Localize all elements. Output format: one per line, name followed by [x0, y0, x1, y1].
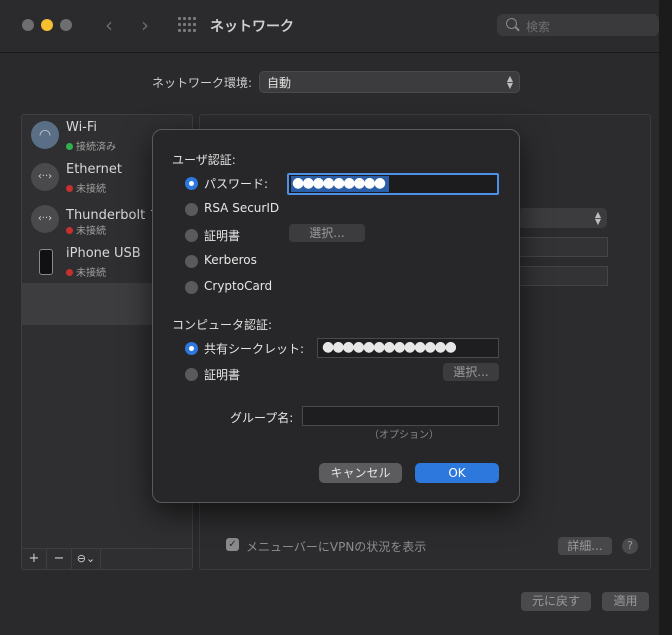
help-button[interactable]: ?: [622, 538, 638, 554]
configuration-select[interactable]: ▲ ▼: [518, 208, 607, 228]
service-status: 未接続: [66, 222, 106, 237]
titlebar: ‹ › ネットワーク 検索: [0, 0, 672, 53]
radio-certificate[interactable]: [185, 229, 198, 242]
service-name: Wi-Fi: [66, 120, 98, 135]
account-name-field[interactable]: [518, 266, 608, 286]
status-dot-icon: [66, 227, 73, 234]
search-icon: [506, 18, 517, 29]
service-action-menu-button[interactable]: ⊖⌄: [72, 549, 101, 569]
group-name-hint: （オプション）: [369, 430, 439, 441]
radio-password[interactable]: [185, 177, 198, 190]
location-select[interactable]: 自動 ▲ ▼: [259, 71, 520, 93]
group-name-label: グループ名:: [230, 411, 294, 425]
cancel-button[interactable]: キャンセル: [319, 463, 402, 483]
service-status-text: 未接続: [76, 184, 106, 195]
thunderbolt-icon: ‹··›: [31, 205, 59, 233]
select-machine-certificate-button[interactable]: 選択...: [443, 363, 499, 381]
forward-button[interactable]: ›: [134, 13, 156, 37]
machine-auth-heading: コンピュータ認証:: [172, 318, 273, 332]
radio-kerberos-label: Kerberos: [204, 253, 257, 267]
service-list-toolbar: + − ⊖⌄: [22, 548, 192, 569]
service-name: iPhone USB: [66, 246, 141, 261]
service-status-text: 未接続: [76, 226, 106, 237]
status-dot-icon: [66, 185, 73, 192]
service-status: 未接続: [66, 264, 106, 279]
radio-rsa-securid[interactable]: [185, 203, 198, 216]
radio-rsa-securid-label: RSA SecurID: [204, 201, 280, 215]
password-field[interactable]: ●●●●●●●●●: [287, 173, 499, 195]
show-vpn-status-label: メニューバーにVPNの状況を表示: [246, 540, 427, 554]
iphone-icon: [31, 247, 59, 275]
service-status-text: 接続済み: [76, 142, 116, 153]
window-title: ネットワーク: [210, 19, 294, 35]
network-preferences-window: ‹ › ネットワーク 検索 ネットワーク環境: 自動 ▲ ▼ ◠ Wi-Fi 接続…: [0, 0, 672, 635]
shared-secret-value: ●●●●●●●●●●●●●: [322, 339, 457, 355]
ethernet-icon: ‹··›: [31, 163, 59, 191]
show-vpn-status-checkbox[interactable]: ✓: [226, 538, 239, 551]
back-button[interactable]: ‹: [98, 13, 120, 37]
radio-cryptocard-label: CryptoCard: [204, 279, 273, 293]
radio-cryptocard[interactable]: [185, 281, 198, 294]
service-name: Thunderbolt ブ: [66, 208, 163, 223]
radio-certificate-label: 証明書: [204, 229, 241, 243]
service-status: 接続済み: [66, 138, 116, 153]
close-window-button[interactable]: [22, 19, 34, 31]
advanced-button[interactable]: 詳細...: [558, 537, 612, 555]
location-label: ネットワーク環境:: [152, 76, 253, 90]
service-name: Ethernet: [66, 162, 122, 177]
status-dot-icon: [66, 143, 73, 150]
radio-kerberos[interactable]: [185, 255, 198, 268]
updown-chevron-icon: ▲ ▼: [506, 74, 513, 90]
service-status: 未接続: [66, 180, 106, 195]
radio-machine-certificate-label: 証明書: [204, 368, 241, 382]
revert-button[interactable]: 元に戻す: [521, 592, 591, 611]
radio-password-label: パスワード:: [204, 177, 269, 191]
search-field[interactable]: 検索: [497, 14, 659, 36]
desktop-edge: [659, 0, 672, 635]
radio-shared-secret-label: 共有シークレット:: [204, 342, 305, 356]
apply-button[interactable]: 適用: [602, 592, 649, 611]
ok-button[interactable]: OK: [415, 463, 499, 483]
location-value: 自動: [267, 76, 292, 90]
server-address-field[interactable]: [518, 237, 608, 257]
minimize-window-button[interactable]: [41, 19, 53, 31]
zoom-window-button[interactable]: [60, 19, 72, 31]
wifi-icon: ◠: [31, 121, 59, 149]
remove-service-button[interactable]: −: [47, 549, 72, 569]
add-service-button[interactable]: +: [22, 549, 47, 569]
password-value: ●●●●●●●●●: [291, 176, 389, 192]
authentication-settings-dialog: ユーザ認証: パスワード: ●●●●●●●●● RSA SecurID 証明書 …: [152, 129, 520, 503]
show-all-grid-icon[interactable]: [178, 17, 196, 33]
radio-shared-secret[interactable]: [185, 342, 198, 355]
user-auth-heading: ユーザ認証:: [172, 153, 236, 167]
search-placeholder: 検索: [526, 20, 551, 34]
updown-chevron-icon: ▲ ▼: [594, 210, 601, 226]
service-status-text: 未接続: [76, 268, 106, 279]
radio-machine-certificate[interactable]: [185, 368, 198, 381]
status-dot-icon: [66, 269, 73, 276]
select-certificate-button[interactable]: 選択...: [289, 224, 365, 242]
group-name-field[interactable]: [302, 406, 499, 426]
shared-secret-field[interactable]: ●●●●●●●●●●●●●: [317, 338, 499, 358]
